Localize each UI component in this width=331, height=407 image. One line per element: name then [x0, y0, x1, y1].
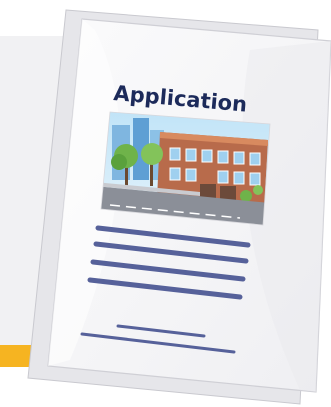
document-svg: Application	[27, 9, 331, 405]
application-document-illustration: Application	[0, 0, 331, 407]
